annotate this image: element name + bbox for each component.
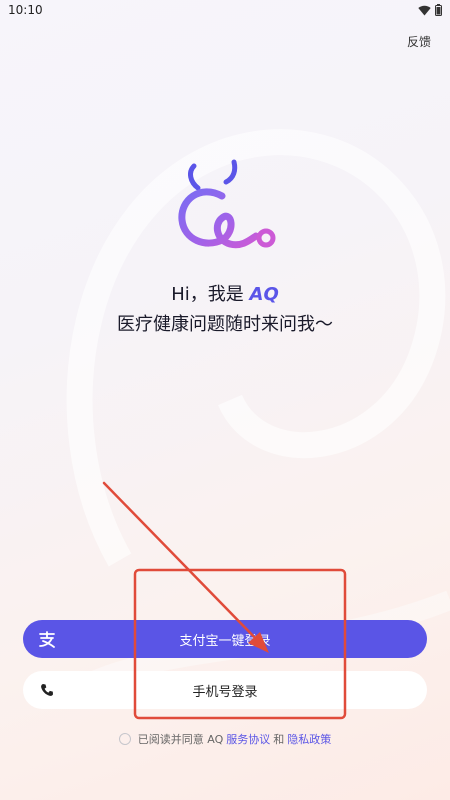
terms-agreement: 已阅读并同意 AQ 服务协议 和 隐私政策 (0, 731, 450, 747)
alipay-login-button[interactable]: 支付宝一键登录 (23, 620, 427, 658)
terms-and: 和 (273, 733, 285, 746)
aq-logo (178, 159, 276, 249)
subtitle: 医疗健康问题随时来问我～ (117, 314, 333, 335)
status-time: 10:10 (8, 3, 43, 17)
feedback-link[interactable]: 反馈 (407, 33, 431, 50)
phone-login-button[interactable]: 手机号登录 (23, 671, 427, 709)
terms-prefix: 已阅读并同意 AQ (137, 733, 224, 746)
status-bar: 10:10 (0, 0, 450, 22)
alipay-icon (38, 630, 56, 648)
brand-name: AQ (249, 284, 279, 305)
phone-login-label: 手机号登录 (192, 684, 258, 700)
battery-icon (435, 4, 442, 16)
privacy-policy-link[interactable]: 隐私政策 (287, 731, 331, 747)
status-icons (418, 4, 442, 16)
alipay-login-label: 支付宝一键登录 (179, 633, 271, 649)
wifi-icon (418, 5, 431, 15)
phone-icon (38, 681, 56, 699)
service-agreement-link[interactable]: 服务协议 (226, 731, 270, 747)
terms-checkbox[interactable] (118, 733, 131, 745)
greeting: Hi，我是 AQ (0, 280, 450, 306)
greeting-prefix: Hi，我是 (171, 284, 250, 305)
